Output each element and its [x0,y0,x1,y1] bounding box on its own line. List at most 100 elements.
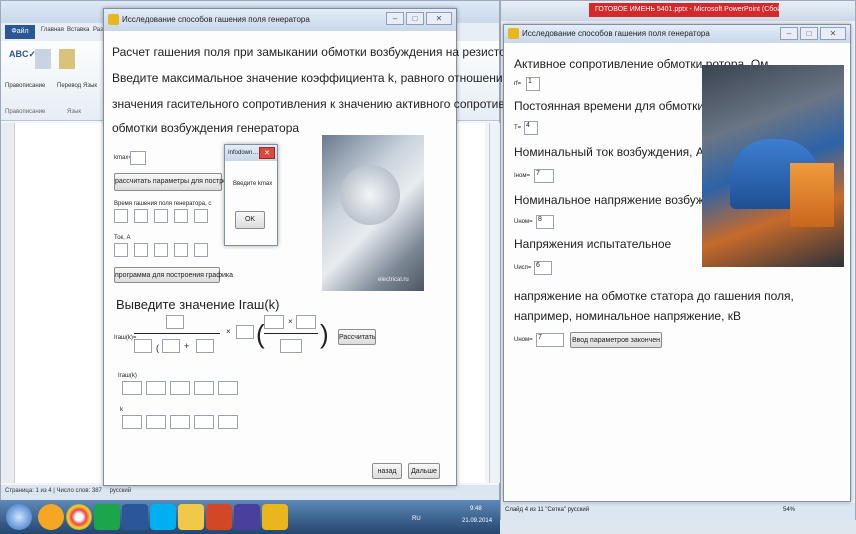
group-label-spelling: Правописание [5,109,46,115]
k-cell[interactable] [122,415,142,429]
igash-cell[interactable] [146,381,166,395]
igash-cell[interactable] [122,381,142,395]
params-dialog-titlebar: Исследование способов гашения поля генер… [504,25,850,43]
word-tab-layout[interactable]: Раз [93,27,103,33]
test-input[interactable]: 6 [534,261,552,275]
paren-big-close: ) [320,319,329,349]
main-dialog-title: Исследование способов гашения поля генер… [122,15,310,24]
igash-cell[interactable] [218,381,238,395]
instruction-line1: Введите максимальное значение коэффициен… [112,71,512,85]
i-input[interactable]: 7 [534,169,554,183]
kmax-input[interactable] [130,151,146,165]
stator-input[interactable]: 7 [536,333,564,347]
word-tab-home[interactable]: Главная [41,27,64,33]
translate-label: Перевод [57,83,82,89]
params-close-button[interactable]: ✕ [820,27,846,40]
spelling-label: Правописание [5,83,46,89]
params-app-icon [508,28,519,39]
chrome-icon[interactable] [66,504,92,530]
heading: Расчет гашения поля при замыкании обмотк… [112,45,513,59]
main-dialog: Исследование способов гашения поля генер… [103,8,538,486]
current-cell[interactable] [114,243,128,257]
tray-lang[interactable]: RU [412,516,421,522]
stator-label-2: например, номинальное напряжение, кВ [514,309,742,323]
media-player-icon[interactable] [38,504,64,530]
calc-params-button[interactable]: рассчитать параметры для построения [114,173,243,191]
current-label: Ток, А [114,235,131,241]
stator-field-label: Uном= [514,337,533,343]
bracket-input-2[interactable] [296,315,316,329]
denominator-input-1[interactable] [134,339,152,353]
time-cell[interactable] [134,209,148,223]
params-done-button[interactable]: Ввод параметров закончен [570,332,662,348]
r-input[interactable]: 1 [526,77,540,91]
times-sign-2: × [288,317,293,326]
fraction-line-2 [264,333,318,334]
ppt-zoom[interactable]: 54% [783,507,795,513]
u-input[interactable]: 8 [536,215,554,229]
t-input[interactable]: 4 [524,121,538,135]
current-cell[interactable] [194,243,208,257]
tray-date[interactable]: 21.09.2014 [462,518,492,524]
back-button[interactable]: назад [372,463,402,479]
main-dialog-titlebar: Исследование способов гашения поля генер… [104,9,456,31]
igash-heading: Выведите значение Iгаш(k) [116,297,280,312]
current-cell[interactable] [134,243,148,257]
igash-cell[interactable] [170,381,190,395]
close-button[interactable]: ✕ [426,12,452,25]
word-tab-insert[interactable]: Вставка [67,27,89,33]
current-cell[interactable] [174,243,188,257]
igash-cell[interactable] [194,381,214,395]
word-tab-file[interactable]: Файл [5,25,35,39]
generator-shape [340,165,400,225]
maximize-button[interactable]: □ [406,12,424,25]
ppt-status-text: Слайд 4 из 11 "Сетка" русский [505,507,590,513]
powerpoint-taskbar-icon[interactable] [206,504,232,530]
spelling-icon[interactable]: ABC✓ [9,49,36,71]
messenger-icon[interactable] [94,504,120,530]
instruction-line2: значения гасительного сопротивления к зн… [112,97,538,111]
explorer-icon[interactable] [178,504,204,530]
numerator-input[interactable] [166,315,184,329]
language-icon[interactable] [59,49,75,69]
language-label: Язык [83,83,98,89]
tray-time[interactable]: 9:48 [470,506,482,512]
calculate-button[interactable]: Рассчитать [338,329,376,345]
skype-icon[interactable] [150,504,176,530]
bracket-input-1[interactable] [264,315,284,329]
delphi-icon[interactable] [262,504,288,530]
params-maximize-button[interactable]: □ [800,27,818,40]
denominator-input-2[interactable] [162,339,180,353]
start-button[interactable] [6,504,32,530]
denominator-input-3[interactable] [196,339,214,353]
multiplier-input[interactable] [236,325,254,339]
t-field-label: T= [514,125,522,131]
translate-icon[interactable] [35,49,51,69]
current-cell[interactable] [154,243,168,257]
paren-open: ( [156,343,159,353]
k-cell[interactable] [170,415,190,429]
generator-photo: electrical.ru [322,135,424,291]
plot-program-button[interactable]: программа для построения графика [114,267,233,283]
popup-ok-button[interactable]: OK [235,211,265,229]
k-cell[interactable] [194,415,214,429]
time-cell[interactable] [194,209,208,223]
popup-close-button[interactable]: ✕ [259,147,275,159]
test-field-label: Uисп= [514,265,532,271]
app-taskbar-icon[interactable] [234,504,260,530]
next-button[interactable]: Дальше [408,463,440,479]
params-minimize-button[interactable]: – [780,27,798,40]
status-lang[interactable]: русский [110,488,132,494]
time-cell[interactable] [174,209,188,223]
time-cell[interactable] [114,209,128,223]
vertical-ruler [1,123,15,483]
k-cell[interactable] [218,415,238,429]
time-cell[interactable] [154,209,168,223]
k-cell[interactable] [146,415,166,429]
message-popup: Infodown… ✕ Введите kmax OK [224,144,278,246]
group-label-language: Язык [67,109,82,115]
bracket-input-3[interactable] [280,339,302,353]
word-taskbar-icon[interactable] [122,504,148,530]
r-field-label: rf= [514,81,522,87]
minimize-button[interactable]: – [386,12,404,25]
